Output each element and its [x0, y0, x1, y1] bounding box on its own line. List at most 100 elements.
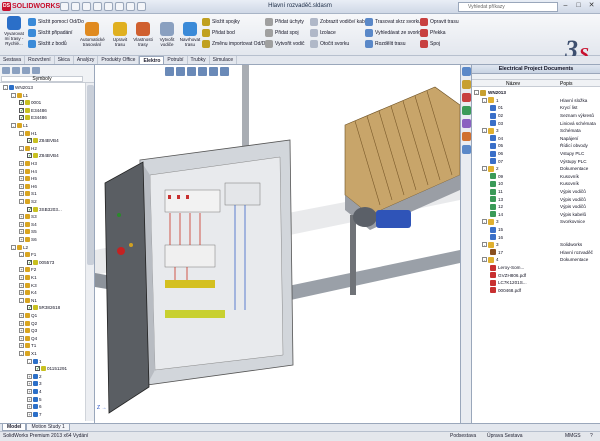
tree-item[interactable]: ✓ 01151291 — [35, 365, 67, 372]
collapse-node-icon[interactable]: - — [19, 145, 24, 151]
document-row[interactable]: 14 Výpis kabelů — [490, 211, 586, 219]
edit-route-button[interactable]: Upravit trasu — [108, 22, 132, 47]
tab-analyzy[interactable]: Analýzy — [74, 56, 99, 64]
ribbon-item-zobrazit[interactable]: Zobrazit vodiče/ kabely — [310, 18, 371, 26]
expand-node-icon[interactable]: + — [19, 161, 24, 166]
checkmark-icon[interactable]: ✓ — [27, 305, 32, 311]
close-button[interactable]: ✕ — [586, 2, 597, 11]
select-icon[interactable] — [115, 2, 124, 11]
document-row[interactable]: 11 Výpis vodičů — [490, 188, 586, 196]
checkmark-icon[interactable]: ✓ — [27, 153, 32, 159]
ribbon-item-prekka[interactable]: Překka — [420, 29, 446, 37]
tab-sestava[interactable]: Sestava — [0, 56, 26, 64]
tree-item[interactable]: + S5 — [19, 228, 37, 235]
ribbon-item-import[interactable]: Změnu importovat Od/Do — [202, 40, 268, 48]
checkmark-icon[interactable]: ✓ — [19, 115, 24, 121]
ribbon-item-izolace[interactable]: Izolace — [310, 29, 336, 37]
tree-item[interactable]: - H2 — [19, 145, 37, 152]
tree-item[interactable]: - H1 — [19, 130, 37, 137]
expand-node-icon[interactable]: + — [19, 191, 24, 197]
expand-node-icon[interactable]: + — [19, 328, 24, 334]
tree-item[interactable]: +7 — [27, 411, 42, 418]
tree-item[interactable]: + T1 — [19, 342, 36, 349]
tree-item[interactable]: +3 — [27, 380, 42, 387]
tree-item[interactable]: + H6 — [19, 183, 37, 190]
column-description[interactable]: Popis — [560, 81, 573, 87]
view-palette-icon[interactable] — [462, 106, 471, 115]
tree-item[interactable]: ✓ E34486 — [19, 107, 47, 114]
collapse-node-icon[interactable]: - — [482, 242, 487, 248]
document-row[interactable]: - 2 Dokumentace — [482, 165, 588, 173]
tree-item[interactable]: ✓ 0001 — [19, 99, 41, 106]
tree-item[interactable]: + Q4 — [19, 335, 37, 342]
ribbon-item-spoj2[interactable]: Spoj — [420, 40, 440, 48]
collapse-node-icon[interactable]: - — [474, 90, 479, 96]
document-row[interactable]: 01 Krycí list — [490, 104, 577, 112]
collapse-node-icon[interactable]: - — [19, 351, 24, 356]
document-row[interactable]: GVZH806.pdf — [490, 271, 526, 279]
ribbon-item-z-bodu[interactable]: Složit z bodů — [28, 40, 67, 48]
tree-item[interactable]: + Q3 — [19, 327, 37, 334]
expand-node-icon[interactable]: + — [19, 343, 24, 349]
tree-item[interactable]: + Q2 — [19, 320, 37, 327]
document-row[interactable]: Leroy-Som... — [490, 264, 524, 272]
tab-elektro[interactable]: Elektro — [139, 56, 165, 64]
custom-properties-icon[interactable] — [462, 132, 471, 141]
rapid-routing-button[interactable]: Vyvarovat mí trasy - Rychlé... — [2, 16, 26, 46]
collapse-node-icon[interactable]: - — [19, 297, 24, 303]
zoom-fit-icon[interactable] — [165, 67, 174, 76]
design-library-icon[interactable] — [462, 80, 471, 89]
checkmark-icon[interactable]: ✓ — [19, 100, 24, 106]
expand-node-icon[interactable]: + — [19, 267, 24, 273]
tree-item[interactable]: + H3 — [19, 160, 37, 167]
tab-model[interactable]: Model — [2, 424, 27, 431]
tree-column-header[interactable]: Symboly — [1, 76, 83, 82]
tree-scrollbar[interactable] — [85, 83, 94, 421]
expand-node-icon[interactable]: + — [19, 290, 24, 296]
search-commands-input[interactable]: Vyhledat příkazy — [458, 2, 558, 12]
tree-item[interactable]: -1 — [27, 358, 42, 365]
tree-item[interactable]: ✓ E34486 — [19, 114, 47, 121]
tab-produkty-office[interactable]: Produkty Office — [98, 56, 140, 64]
document-row[interactable]: 06 Vstupy PLC — [490, 150, 584, 158]
maximize-button[interactable]: □ — [573, 2, 584, 11]
document-row[interactable]: 15 — [490, 226, 514, 234]
tree-item[interactable]: ✓ 5R382618 — [27, 304, 60, 311]
document-row[interactable]: 17 Hlavní rozvaděč — [490, 249, 593, 257]
document-row[interactable]: 16 — [490, 233, 514, 241]
resources-icon[interactable] — [462, 67, 471, 76]
tab-trubky[interactable]: Trubky — [188, 56, 210, 64]
section-view-icon[interactable] — [198, 67, 207, 76]
document-row[interactable]: - 3 Schémata — [482, 127, 581, 135]
document-row[interactable]: 000468.pdf — [490, 287, 521, 295]
collapse-node-icon[interactable]: - — [11, 244, 16, 250]
tree-item[interactable]: + K3 — [19, 282, 37, 289]
checkmark-icon[interactable]: ✓ — [27, 206, 32, 212]
expand-node-icon[interactable]: + — [27, 381, 32, 387]
ribbon-item-vyhledavat[interactable]: Vyhledávat ze svorky — [365, 29, 422, 37]
expand-node-icon[interactable]: + — [27, 389, 32, 394]
document-row[interactable]: - 3 Solidworks — [482, 241, 582, 249]
ribbon-item-vodic[interactable]: Vytvořit vodič — [265, 40, 305, 48]
tree-item[interactable]: +6 — [27, 403, 42, 410]
document-row[interactable]: 03 Liniová schémata — [490, 119, 596, 127]
ribbon-item-pridat-bod[interactable]: Přidat bod — [202, 29, 235, 37]
tree-item[interactable]: - L1 — [11, 92, 28, 99]
tab-rozvrzeni[interactable]: Rozvržení — [25, 56, 55, 64]
expand-node-icon[interactable]: + — [19, 335, 24, 341]
tree-item[interactable]: - S2 — [19, 198, 37, 205]
tree-item[interactable]: - L2 — [11, 244, 28, 251]
expand-node-icon[interactable]: + — [19, 214, 24, 220]
assembly-model[interactable] — [95, 65, 460, 423]
status-units[interactable]: MMGS — [565, 432, 581, 441]
tree-item[interactable]: + H5 — [19, 175, 37, 182]
tree-item[interactable]: + S3 — [19, 213, 37, 220]
file-explorer-icon[interactable] — [462, 93, 471, 102]
document-row[interactable]: 13 Výpis vodičů — [490, 195, 586, 203]
ribbon-item-trasovat[interactable]: Trasovat skrz svorku — [365, 18, 421, 26]
tab-potrubi[interactable]: Potrubí — [164, 56, 188, 64]
document-row[interactable]: 04 Napájení — [490, 135, 578, 143]
checkmark-icon[interactable]: ✓ — [19, 107, 24, 113]
document-row[interactable]: - 1 Hlavní složka — [482, 97, 587, 105]
print-icon[interactable] — [93, 2, 102, 11]
